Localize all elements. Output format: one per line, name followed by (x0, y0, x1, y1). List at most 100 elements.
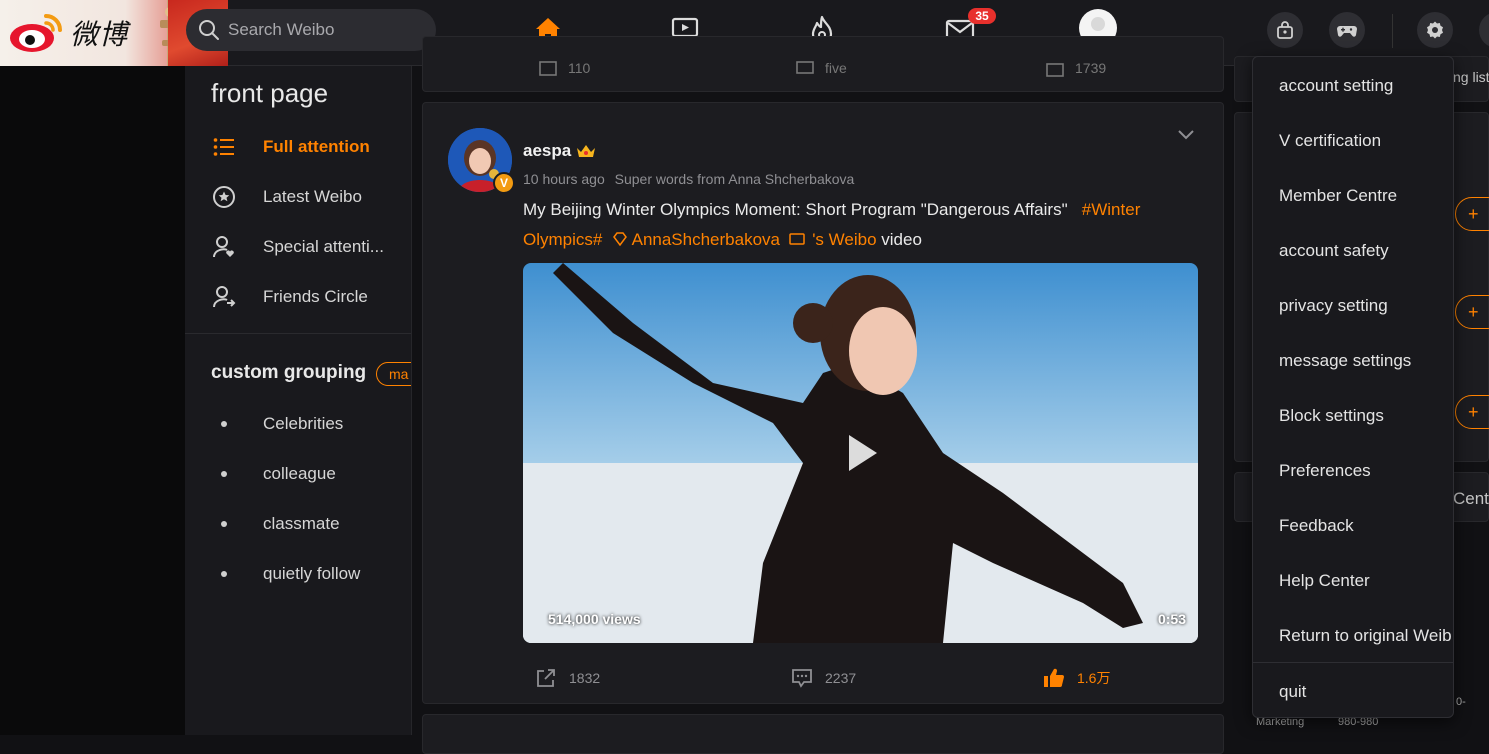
comment-count: 2237 (825, 670, 857, 686)
thumbs-up-icon (1044, 668, 1064, 687)
comment-button[interactable]: 2237 (791, 668, 856, 688)
weibo-eye-icon (10, 14, 62, 52)
settings-dropdown-menu: account setting V certification Member C… (1252, 56, 1454, 718)
sidebar-item-label: Full attention (263, 137, 370, 156)
star-circle-icon (211, 184, 237, 210)
menu-item-message-settings[interactable]: message settings (1279, 351, 1411, 371)
group-label: classmate (263, 514, 340, 533)
sidebar-divider (185, 333, 411, 334)
verified-badge-icon: V (493, 172, 515, 194)
prev-like-button[interactable]: 1739 (1045, 59, 1106, 77)
creator-center-label[interactable]: Cente (1453, 489, 1489, 509)
menu-item-account-safety[interactable]: account safety (1279, 241, 1389, 261)
repost-count: 1832 (569, 670, 601, 686)
sidebar-item-label: Latest Weibo (263, 187, 362, 206)
sidebar-item-full-attention[interactable]: Full attention (211, 132, 370, 162)
user-heart-icon (211, 234, 237, 260)
user-friends-icon (211, 284, 237, 310)
bullet-icon (221, 421, 227, 427)
game-button[interactable] (1329, 12, 1365, 48)
bullet-icon (221, 521, 227, 527)
search-icon (199, 20, 219, 40)
like-count: 1.6万 (1077, 670, 1111, 686)
footer-phone-prefix: 0- (1456, 696, 1466, 708)
custom-grouping-title: custom grouping (211, 362, 367, 383)
header-divider (1392, 14, 1393, 48)
repost-icon (537, 669, 555, 687)
message-count-badge: 35 (968, 8, 996, 24)
repost-button[interactable]: 1832 (535, 668, 600, 688)
menu-item-privacy-setting[interactable]: privacy setting (1279, 296, 1388, 316)
group-item-classmate[interactable]: classmate (221, 514, 340, 534)
search-input[interactable] (228, 20, 418, 40)
prev-comment-count: five (825, 60, 847, 76)
group-label: Celebrities (263, 414, 344, 433)
like-button[interactable]: 1.6万 (1043, 668, 1110, 688)
menu-item-account-setting[interactable]: account setting (1279, 76, 1393, 96)
comment-icon (796, 61, 814, 74)
more-button[interactable] (1479, 12, 1489, 48)
play-icon[interactable] (833, 427, 885, 479)
crown-icon (577, 145, 596, 157)
post-card: V aespa 10 hours ago Super words from An… (422, 102, 1224, 704)
search-box[interactable] (186, 9, 436, 51)
group-label: quietly follow (263, 564, 361, 583)
gamepad-icon (1337, 26, 1357, 37)
post-text-suffix: video (881, 230, 922, 249)
diamond-icon (612, 232, 627, 247)
creator-button[interactable] (1267, 12, 1303, 48)
follow-button[interactable]: + (1455, 197, 1489, 231)
previous-post-card: 110 five 1739 (422, 36, 1224, 92)
follow-button[interactable]: + (1455, 295, 1489, 329)
menu-item-preferences[interactable]: Preferences (1279, 461, 1371, 481)
menu-item-member-centre[interactable]: Member Centre (1279, 186, 1397, 206)
manage-groups-button[interactable]: ma (376, 362, 411, 386)
post-meta: 10 hours ago Super words from Anna Shche… (523, 171, 860, 187)
group-item-colleague[interactable]: colleague (221, 464, 336, 484)
menu-item-quit[interactable]: quit (1279, 682, 1306, 702)
chevron-down-icon[interactable] (1175, 123, 1197, 145)
sidebar-item-label: Special attenti... (263, 237, 384, 256)
left-sidebar: front page Full attention Latest Weibo S… (185, 66, 412, 735)
left-margin (0, 66, 185, 735)
prev-repost-count: 110 (568, 60, 591, 76)
video-player[interactable]: 514,000 views 0:53 (523, 263, 1198, 643)
like-icon (1046, 63, 1064, 77)
sidebar-item-latest-weibo[interactable]: Latest Weibo (211, 182, 362, 212)
author-name: aespa (523, 141, 572, 160)
prev-comment-button[interactable]: five (795, 59, 847, 77)
menu-item-help-center[interactable]: Help Center (1279, 571, 1370, 591)
sidebar-title: front page (211, 78, 329, 108)
post-author[interactable]: aespa (523, 141, 597, 161)
lock-bag-icon (1277, 21, 1293, 39)
prev-repost-button[interactable]: 110 (538, 59, 590, 77)
menu-item-return-original[interactable]: Return to original Weib (1279, 626, 1452, 646)
weibo-video-link[interactable]: 's Weibo (812, 230, 876, 249)
sidebar-item-friends-circle[interactable]: Friends Circle (211, 282, 368, 312)
group-item-celebrities[interactable]: Celebrities (221, 414, 343, 434)
post-text-main: My Beijing Winter Olympics Moment: Short… (523, 200, 1068, 219)
hot-list-label[interactable]: ng list (1453, 69, 1489, 85)
prev-like-count: 1739 (1075, 60, 1107, 76)
logo-text: 微博 (70, 18, 129, 51)
menu-item-block-settings[interactable]: Block settings (1279, 406, 1384, 426)
post-source[interactable]: Super words from Anna Shcherbakova (615, 171, 855, 187)
sidebar-item-label: Friends Circle (263, 287, 368, 306)
comment-icon (792, 669, 812, 688)
bullet-icon (221, 471, 227, 477)
post-time[interactable]: 10 hours ago (523, 171, 605, 187)
follow-button[interactable]: + (1455, 395, 1489, 429)
mention-link[interactable]: AnnaShcherbakova (632, 230, 780, 249)
menu-item-v-certification[interactable]: V certification (1279, 131, 1381, 151)
video-link-icon (789, 233, 806, 245)
menu-divider (1253, 662, 1453, 663)
settings-button[interactable] (1417, 12, 1453, 48)
next-post-card (422, 714, 1224, 754)
list-icon (211, 134, 237, 160)
menu-item-feedback[interactable]: Feedback (1279, 516, 1354, 536)
bullet-icon (221, 571, 227, 577)
video-duration: 0:53 (1157, 611, 1186, 627)
gear-icon (1427, 21, 1443, 39)
group-item-quietly-follow[interactable]: quietly follow (221, 564, 360, 584)
sidebar-item-special-attention[interactable]: Special attenti... (211, 232, 384, 262)
